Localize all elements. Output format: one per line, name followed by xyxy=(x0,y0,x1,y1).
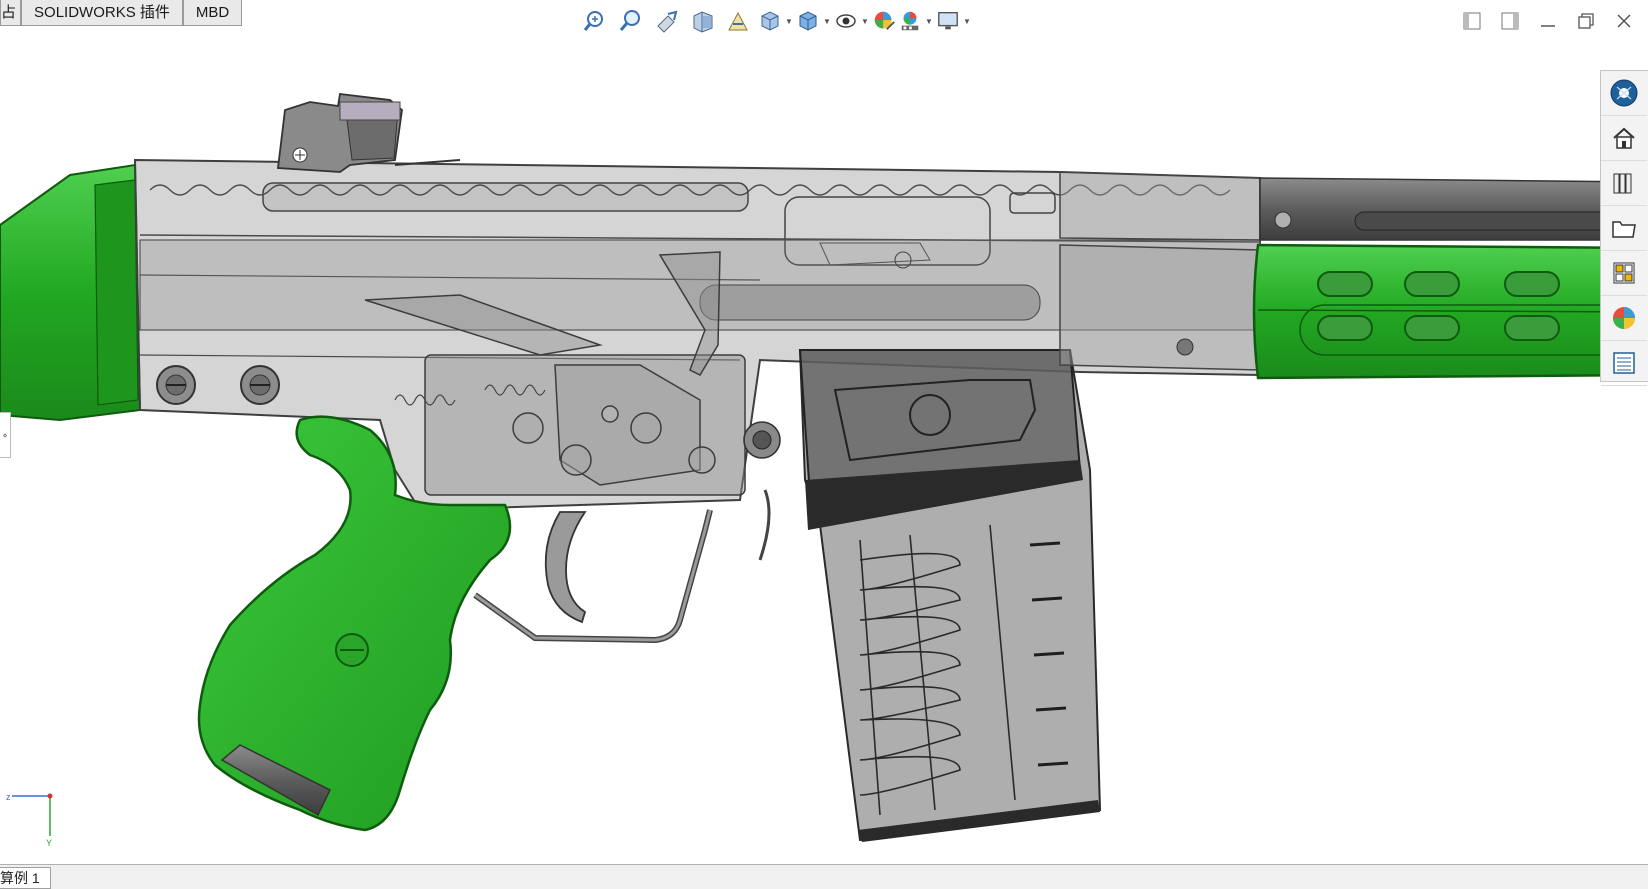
tab-mbd[interactable]: MBD xyxy=(182,0,243,26)
command-manager-tabs: 占 SOLIDWORKS 插件 MBD xyxy=(0,0,243,27)
tab-partial[interactable]: 占 xyxy=(0,0,22,26)
barrel xyxy=(1059,171,1261,241)
design-library-icon[interactable] xyxy=(1601,161,1647,206)
tab-solidworks-addins[interactable]: SOLIDWORKS 插件 xyxy=(21,0,183,26)
task-pane xyxy=(1600,70,1648,386)
reference-triad: z Y xyxy=(4,788,64,848)
status-bar: 算例 1 xyxy=(0,864,1648,889)
custom-properties-icon[interactable] xyxy=(1601,341,1647,386)
solidworks-resources-icon[interactable] xyxy=(1601,71,1647,116)
feature-manager-flyout-handle[interactable]: ⋄ xyxy=(0,412,11,458)
svg-text:Y: Y xyxy=(46,838,52,848)
appearances-icon[interactable] xyxy=(1601,296,1647,341)
rifle-assembly-model[interactable] xyxy=(0,27,1648,865)
trigger xyxy=(544,511,587,624)
file-explorer-icon[interactable] xyxy=(1601,206,1647,251)
study-tab[interactable]: 算例 1 xyxy=(0,867,51,889)
graphics-area[interactable] xyxy=(0,27,1648,865)
view-palette-icon[interactable] xyxy=(1601,251,1647,296)
magazine xyxy=(798,349,1102,842)
svg-text:z: z xyxy=(6,792,11,802)
home-icon[interactable] xyxy=(1601,116,1647,161)
